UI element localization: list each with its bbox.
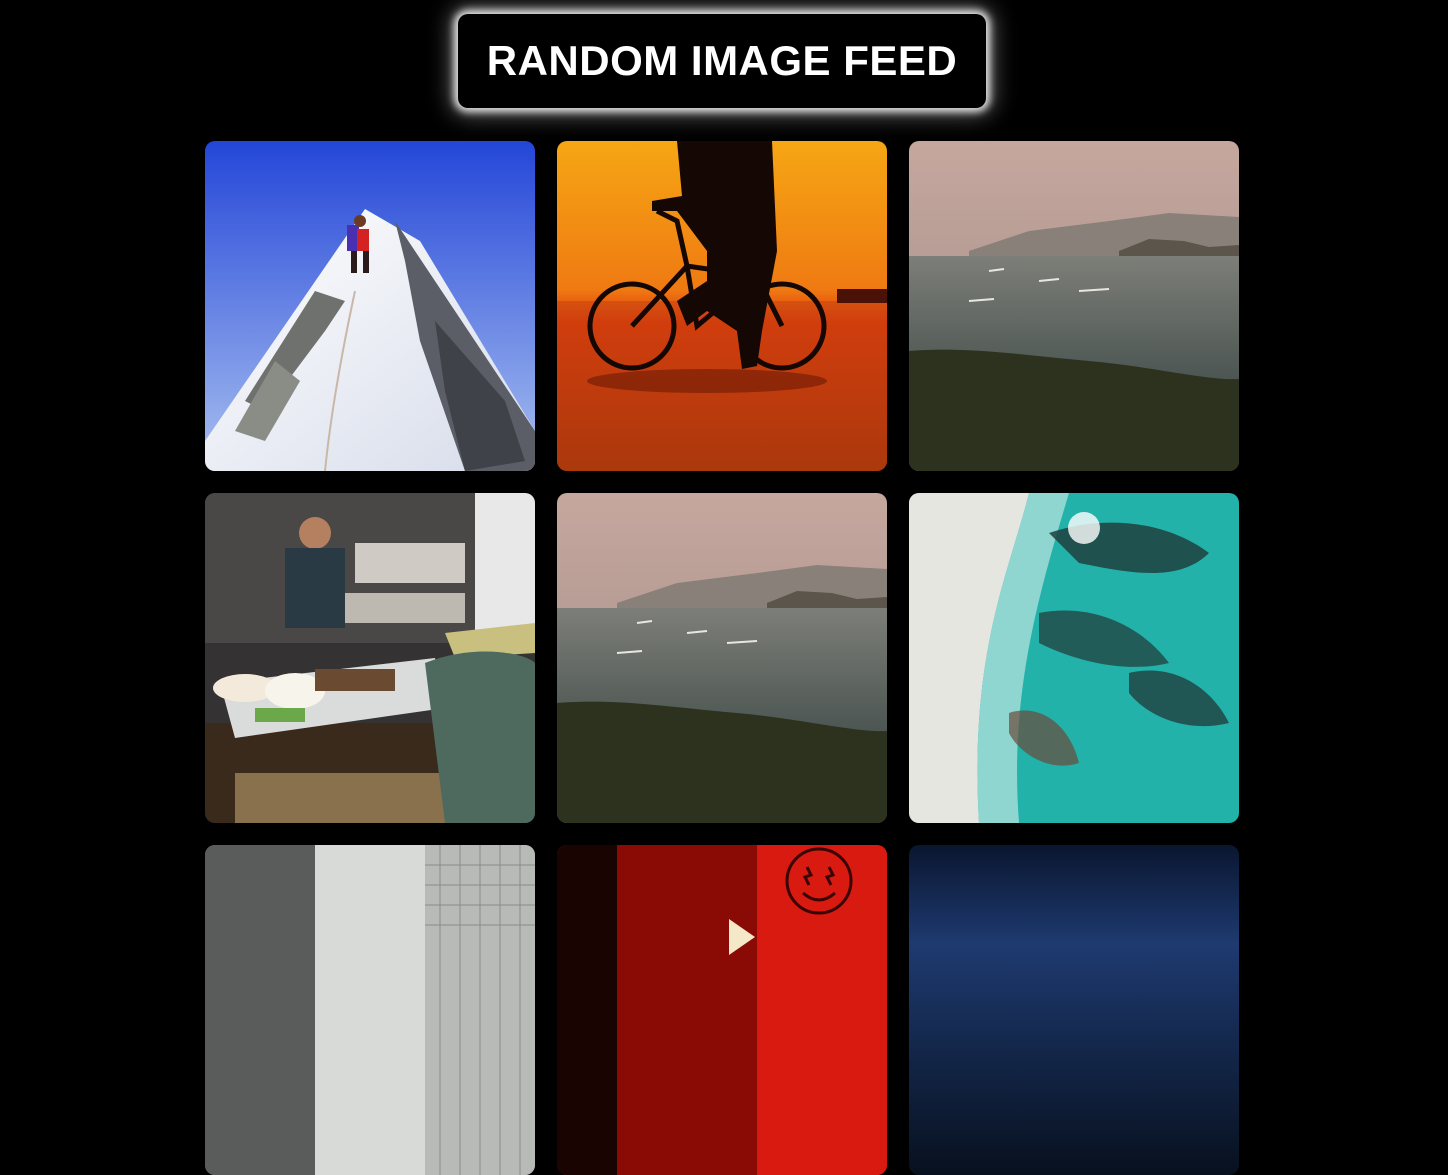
header: RANDOM IMAGE FEED	[458, 14, 986, 108]
feed-image-mountain-climber[interactable]	[205, 141, 535, 471]
feed-image-night-sky[interactable]	[909, 845, 1239, 1175]
feed-image-aerial-shoreline[interactable]	[909, 493, 1239, 823]
page-title: RANDOM IMAGE FEED	[486, 37, 958, 84]
night-sky-image	[909, 845, 1239, 1175]
mountain-climber-image	[205, 141, 535, 471]
image-feed-grid	[205, 141, 1239, 1175]
red-neon-smiley-image	[557, 845, 887, 1175]
feed-image-cyclist-sunset[interactable]	[557, 141, 887, 471]
feed-image-street-food[interactable]	[205, 493, 535, 823]
feed-image-tiled-hallway[interactable]	[205, 845, 535, 1175]
feed-image-misty-coast[interactable]	[909, 141, 1239, 471]
feed-image-misty-coast-2[interactable]	[557, 493, 887, 823]
misty-coast-image-2	[557, 493, 887, 823]
title-banner: RANDOM IMAGE FEED	[458, 14, 986, 108]
aerial-shoreline-image	[909, 493, 1239, 823]
cyclist-sunset-image	[557, 141, 887, 471]
tiled-hallway-image	[205, 845, 535, 1175]
street-food-image	[205, 493, 535, 823]
misty-coast-image	[909, 141, 1239, 471]
feed-image-red-neon-smiley[interactable]	[557, 845, 887, 1175]
